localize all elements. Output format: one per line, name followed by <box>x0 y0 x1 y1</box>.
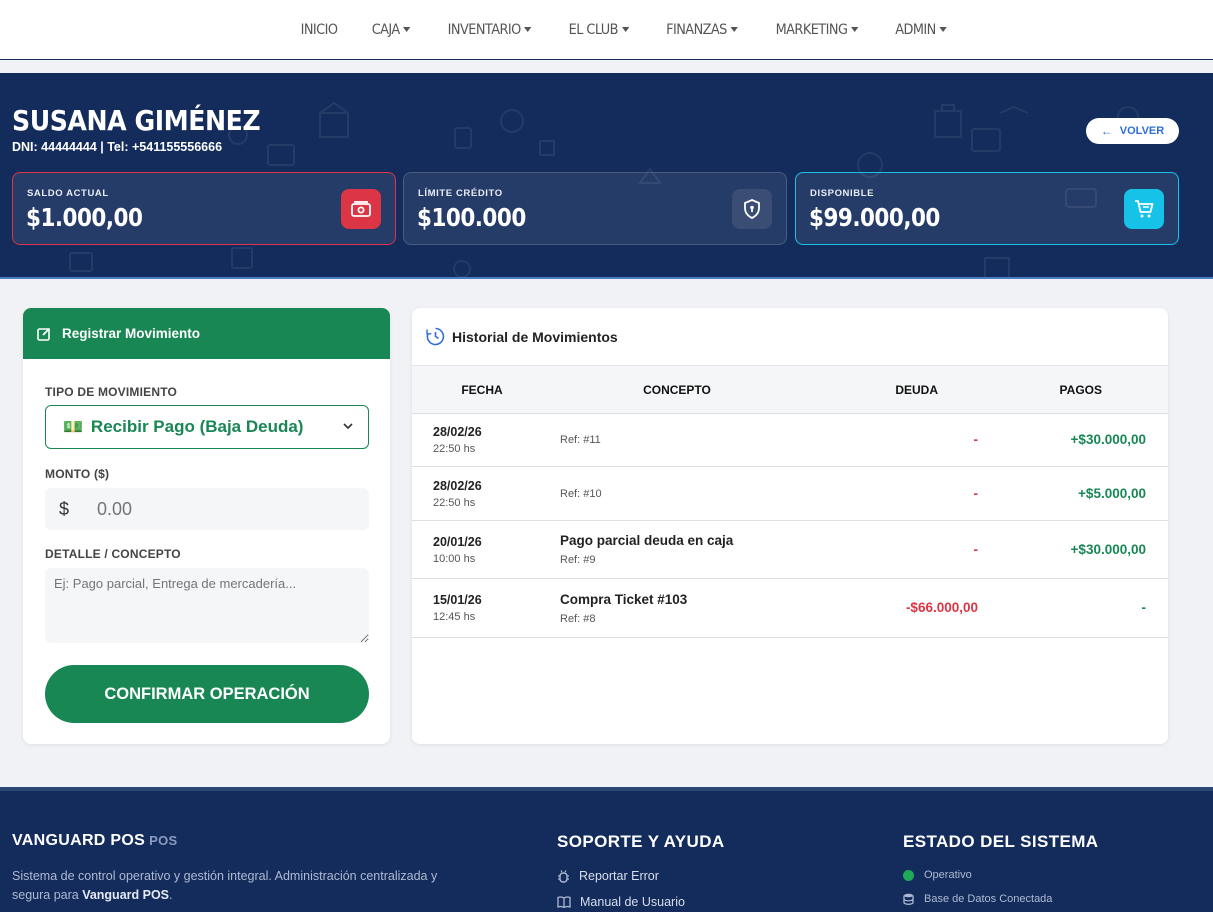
caret-down-icon <box>403 27 411 32</box>
row-ref: Ref: #11 <box>560 434 601 446</box>
row-payment: +$30.000,00 <box>1070 432 1146 447</box>
confirm-operation-button[interactable]: CONFIRMAR OPERACIÓN <box>45 665 369 723</box>
user-manual-link[interactable]: Manual de Usuario <box>557 895 685 909</box>
row-date: 28/02/26 <box>433 478 482 493</box>
row-debt: - <box>973 485 979 501</box>
back-button[interactable]: ← VOLVER <box>1086 118 1179 144</box>
caret-down-icon <box>621 27 630 32</box>
row-ref: Ref: #10 <box>560 487 602 500</box>
currency-symbol: $ <box>58 498 69 519</box>
status-operativo: Operativo <box>903 869 972 881</box>
status-database: Base de Datos Conectada <box>903 893 1052 905</box>
history-table: FECHA CONCEPTO DEUDA PAGOS 28/02/26 22:50… <box>412 365 1168 638</box>
row-date: 28/02/26 <box>433 425 482 439</box>
book-icon <box>557 896 571 908</box>
amount-field-group: $ <box>45 488 369 530</box>
client-header: SUSANA GIMÉNEZ DNI: 44444444 | Tel: +541… <box>0 73 1213 279</box>
row-debt: -$66.000,00 <box>905 600 978 615</box>
stat-card-saldo: SALDO ACTUAL $1.000,00 <box>12 172 396 245</box>
column-header: FECHA <box>412 365 552 414</box>
nav-item-el-club[interactable]: EL CLUB <box>569 22 630 38</box>
stat-card-disponible: DISPONIBLE $99.000,00 <box>795 172 1179 245</box>
panel-header: Historial de Movimientos <box>412 308 1168 365</box>
footer-brand: VANGUARD POS POS <box>12 832 178 849</box>
chevron-down-icon <box>343 423 353 430</box>
nav-item-caja[interactable]: CAJA <box>372 22 411 38</box>
row-debt: - <box>973 541 979 557</box>
support-title: SOPORTE Y AYUDA <box>557 832 725 851</box>
bug-icon <box>558 869 569 883</box>
table-row: 28/02/26 22:50 hs Ref: #11 - +$30.000,00 <box>412 413 1168 467</box>
money-icon: 💵 <box>63 419 83 436</box>
status-title: ESTADO DEL SISTEMA <box>903 832 1099 851</box>
history-panel: Historial de Movimientos FECHA CONCEPTO … <box>412 308 1168 744</box>
selected-option: Recibir Pago (Baja Deuda) <box>90 417 304 436</box>
cash-icon <box>341 189 381 229</box>
table-row: 20/01/26 10:00 hs Pago parcial deuda en c… <box>412 520 1168 579</box>
top-navbar: INICIO CAJA INVENTARIO EL CLUB FINANZAS … <box>0 0 1213 60</box>
row-payment: +$5.000,00 <box>1078 485 1146 501</box>
amount-input[interactable] <box>83 498 343 520</box>
edit-icon <box>37 327 51 341</box>
stat-label: DISPONIBLE <box>810 188 875 199</box>
detalle-label: DETALLE / CONCEPTO <box>45 547 181 561</box>
row-time: 10:00 hs <box>433 552 476 565</box>
stat-label: SALDO ACTUAL <box>27 188 109 199</box>
arrow-left-icon: ← <box>1100 124 1113 138</box>
panel-title: Historial de Movimientos <box>452 328 618 345</box>
row-time: 22:50 hs <box>433 496 476 509</box>
column-header: PAGOS <box>992 365 1168 414</box>
stat-value: $100.000 <box>417 203 526 232</box>
detail-textarea[interactable] <box>45 568 369 643</box>
database-icon <box>903 893 914 905</box>
caret-down-icon <box>730 27 738 32</box>
row-concept: Pago parcial deuda en caja <box>560 533 734 548</box>
register-movement-panel: Registrar Movimiento TIPO DE MOVIMIENTO … <box>23 308 390 744</box>
nav-menu: INICIO CAJA INVENTARIO EL CLUB FINANZAS … <box>264 22 949 38</box>
nav-item-finanzas[interactable]: FINANZAS <box>666 22 738 38</box>
row-ref: Ref: #8 <box>560 612 596 625</box>
tipo-label: TIPO DE MOVIMIENTO <box>45 385 178 399</box>
column-header: CONCEPTO <box>552 365 802 414</box>
stat-value: $99.000,00 <box>809 203 940 232</box>
client-details: DNI: 44444444 | Tel: +541155556666 <box>12 140 223 154</box>
panel-title: Registrar Movimiento <box>62 326 201 341</box>
nav-item-marketing[interactable]: MARKETING <box>775 22 859 38</box>
row-ref: Ref: #9 <box>560 554 596 566</box>
nav-item-inicio[interactable]: INICIO <box>301 22 338 38</box>
row-time: 12:45 hs <box>433 611 476 623</box>
cart-icon <box>1124 189 1164 229</box>
table-header-row: FECHA CONCEPTO DEUDA PAGOS <box>412 365 1168 414</box>
table-row: 15/01/26 12:45 hs Compra Ticket #103 Ref: … <box>412 578 1168 638</box>
row-date: 20/01/26 <box>433 534 482 549</box>
footer-description: Sistema de control operativo y gestión i… <box>12 869 438 902</box>
status-dot-icon <box>903 869 914 881</box>
shield-lock-icon <box>732 189 772 229</box>
report-error-link[interactable]: Reportar Error <box>557 869 659 883</box>
table-row: 28/02/26 22:50 hs Ref: #10 - +$5.000,00 <box>412 466 1168 521</box>
stat-value: $1.000,00 <box>26 203 143 232</box>
row-date: 15/01/26 <box>433 593 482 607</box>
row-debt: - <box>973 432 979 447</box>
client-name: SUSANA GIMÉNEZ <box>12 104 261 137</box>
monto-label: MONTO ($) <box>45 467 110 481</box>
history-clock-icon <box>426 327 445 346</box>
row-time: 22:50 hs <box>433 443 476 455</box>
column-header: DEUDA <box>802 365 992 414</box>
caret-down-icon <box>939 27 947 32</box>
panel-header: Registrar Movimiento <box>23 308 390 359</box>
stat-label: LÍMITE CRÉDITO <box>418 188 503 199</box>
caret-down-icon <box>850 27 859 32</box>
row-concept: Compra Ticket #103 <box>560 591 688 607</box>
nav-item-admin[interactable]: ADMIN <box>895 22 947 38</box>
row-payment: +$30.000,00 <box>1070 541 1146 557</box>
site-footer: VANGUARD POS POS Sistema de control opera… <box>0 787 1213 912</box>
row-payment: - <box>1141 600 1147 615</box>
nav-item-inventario[interactable]: INVENTARIO <box>447 22 532 38</box>
caret-down-icon <box>524 27 532 32</box>
movement-type-select[interactable]: 💵 Recibir Pago (Baja Deuda) <box>45 405 369 449</box>
stat-card-limite: LÍMITE CRÉDITO $100.000 <box>403 172 787 245</box>
